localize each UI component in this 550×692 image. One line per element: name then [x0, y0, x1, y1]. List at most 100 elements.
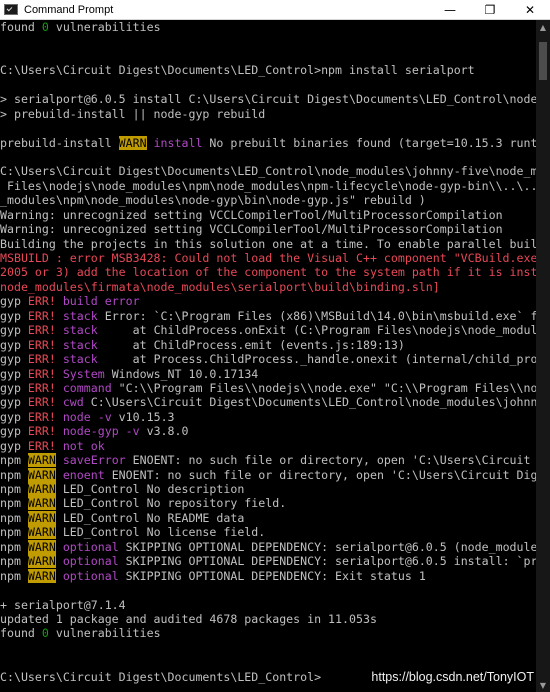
terminal-text-segment: LED_Control No license field. — [55, 525, 266, 540]
terminal-text-segment: C:\Users\Circuit Digest\Documents\LED_Co… — [90, 395, 536, 410]
terminal-text-segment: saveError — [62, 453, 126, 468]
title-bar[interactable]: Command Prompt — ❐ ✕ — [0, 0, 550, 20]
terminal-text-segment: SKIPPING OPTIONAL DEPENDENCY: serialport… — [125, 554, 536, 569]
terminal-text-segment: SKIPPING OPTIONAL DEPENDENCY: Exit statu… — [118, 568, 426, 583]
terminal-text-segment: _modules\npm\node_modules\node-gyp\bin\n… — [0, 193, 426, 208]
terminal-text-segment: at ChildProcess.onExit (C:\Program Files… — [132, 323, 536, 338]
terminal-text-segment: gyp — [0, 380, 28, 395]
terminal-text-segment: > serialport@6.0.5 install C:\Users\Circ… — [0, 92, 536, 107]
terminal-text-segment: Windows_NT 10.0.17134 — [104, 366, 259, 381]
terminal-text-segment: vulnerabilities — [48, 20, 161, 34]
terminal-text-segment: npm — [0, 467, 28, 482]
terminal-text-segment: updated 1 package and audited 4678 packa… — [0, 611, 377, 626]
terminal-text-segment: No prebuilt binaries found (target=10.15… — [209, 135, 536, 150]
terminal-text-segment: npm — [0, 496, 28, 511]
terminal-text-segment: ENOENT: no such file or directory, open … — [111, 467, 536, 482]
terminal-text-segment: npm — [0, 510, 28, 525]
terminal-text-segment: v10.15.3 — [111, 409, 175, 424]
terminal-line: found 0 vulnerabilities — [0, 626, 536, 640]
terminal-text-segment: npm — [0, 568, 28, 583]
terminal-text-segment: stack — [62, 337, 98, 352]
terminal-text-segment: ERR! — [27, 438, 56, 453]
terminal-line: npm WARN optional SKIPPING OPTIONAL DEPE… — [0, 568, 536, 583]
terminal-line: node_modules\firmata\node_modules\serial… — [0, 280, 536, 294]
terminal-text-segment: stack — [62, 323, 98, 338]
terminal-line: npm WARN LED_Control No description — [0, 482, 536, 496]
terminal-text-segment: npm — [0, 525, 28, 540]
close-button[interactable]: ✕ — [510, 0, 550, 19]
terminal-text-segment: System — [62, 366, 105, 381]
terminal-text-segment: found — [0, 20, 42, 34]
terminal-text-segment: ERR! — [27, 294, 56, 309]
terminal-text-segment: ERR! — [27, 366, 56, 381]
terminal-line: > serialport@6.0.5 install C:\Users\Circ… — [0, 92, 536, 106]
terminal-text-segment: "C:\\Program Files\\nodejs\\node.exe" "C… — [118, 380, 536, 395]
terminal-text-segment: C:\Users\Circuit Digest\Documents\LED_Co… — [0, 164, 536, 179]
terminal-text-segment: optional — [62, 554, 119, 569]
terminal-line: gyp ERR! cwd C:\Users\Circuit Digest\Doc… — [0, 395, 536, 409]
terminal-text-segment: gyp — [0, 409, 28, 424]
terminal-line: MSBUILD : error MSB3428: Could not load … — [0, 251, 536, 265]
command-prompt-window: Command Prompt — ❐ ✕ found 0 vulnerabili… — [0, 0, 550, 692]
terminal-text-segment: WARN — [27, 467, 56, 482]
terminal-text-segment: C:\Users\Circuit Digest\Documents\LED_Co… — [0, 63, 475, 78]
terminal-text-segment: ERR! — [27, 337, 56, 352]
terminal-line: C:\Users\Circuit Digest\Documents\LED_Co… — [0, 63, 536, 77]
terminal-text-segment: LED_Control No description — [55, 482, 245, 496]
terminal-text-segment: install — [153, 135, 203, 150]
terminal-line: Warning: unrecognized setting VCCLCompil… — [0, 208, 536, 222]
terminal-line: updated 1 package and audited 4678 packa… — [0, 612, 536, 626]
terminal-line: gyp ERR! stack at ChildProcess.onExit (C… — [0, 323, 536, 337]
terminal-text-segment: gyp — [0, 366, 28, 381]
terminal-text-segment: node -v — [62, 409, 112, 424]
terminal-text-segment: node-gyp -v — [62, 424, 140, 439]
terminal-text-segment: gyp — [0, 424, 28, 439]
maximize-button[interactable]: ❐ — [470, 0, 510, 19]
terminal-text-segment: stack — [62, 308, 98, 323]
terminal-text-segment: node_modules\firmata\node_modules\serial… — [0, 279, 440, 294]
terminal-line: gyp ERR! stack at Process.ChildProcess._… — [0, 352, 536, 366]
terminal-text-segment: found — [0, 626, 42, 641]
terminal-text-segment: + serialport@7.1.4 — [0, 597, 126, 612]
scroll-up-arrow-icon[interactable]: ▲ — [536, 20, 550, 34]
terminal-line: Building the projects in this solution o… — [0, 237, 536, 251]
terminal-text-segment: gyp — [0, 438, 28, 453]
terminal-text-segment: optional — [62, 568, 119, 583]
terminal-line: npm WARN LED_Control No license field. — [0, 525, 536, 540]
terminal-line: gyp ERR! stack at ChildProcess.emit (eve… — [0, 338, 536, 352]
terminal-line: gyp ERR! node -v v10.15.3 — [0, 410, 536, 424]
scroll-thumb[interactable] — [539, 42, 547, 80]
terminal-output[interactable]: found 0 vulnerabilities C:\Users\Circuit… — [0, 20, 536, 692]
terminal-text-segment: Building the projects in this solution o… — [0, 236, 536, 251]
terminal-text-segment: gyp — [0, 395, 28, 410]
terminal-text-segment: WARN — [27, 554, 56, 569]
terminal-text-segment: Warning: unrecognized setting VCCLCompil… — [0, 207, 503, 222]
scroll-down-arrow-icon[interactable]: ▼ — [536, 678, 550, 692]
terminal-text-segment: ERR! — [27, 352, 56, 367]
terminal-line: npm WARN LED_Control No README data — [0, 510, 536, 525]
terminal-line: 2005 or 3) add the location of the compo… — [0, 265, 536, 279]
terminal-text-segment: ENOENT: no such file or directory, open … — [132, 453, 531, 468]
terminal-text-segment: WARN — [118, 135, 147, 150]
terminal-line: npm WARN LED_Control No repository field… — [0, 496, 536, 511]
terminal-text-segment: gyp — [0, 352, 28, 367]
minimize-button[interactable]: — — [430, 0, 470, 19]
terminal-text-segment: command — [62, 380, 112, 395]
window-title: Command Prompt — [24, 3, 114, 16]
terminal-text-segment: WARN — [27, 482, 56, 496]
terminal-text-segment: npm — [0, 539, 28, 554]
terminal-text-segment: ERR! — [27, 409, 56, 424]
vertical-scrollbar[interactable]: ▲ ▼ — [536, 20, 550, 692]
